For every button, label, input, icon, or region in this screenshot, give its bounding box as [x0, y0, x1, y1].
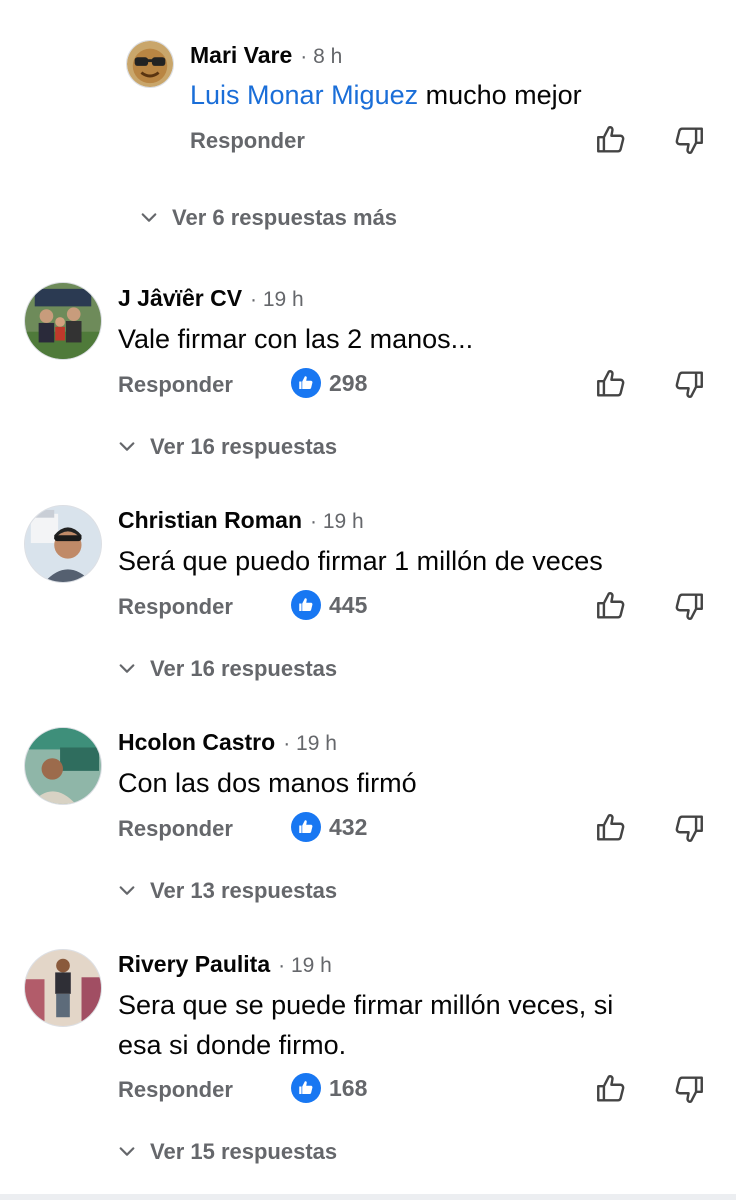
mention-link[interactable]: Luis Monar Miguez: [190, 80, 418, 110]
comment-text: Luis Monar Miguez mucho mejor: [190, 75, 582, 115]
comment-header: J Jâvïêr CV · 19 h: [118, 285, 304, 312]
thumb-down-outline-icon[interactable]: [672, 123, 706, 157]
comment-text-body: mucho mejor: [418, 80, 582, 110]
view-more-replies-button[interactable]: Ver 6 respuestas más: [140, 205, 397, 231]
view-more-label: Ver 6 respuestas más: [172, 205, 398, 230]
avatar[interactable]: [24, 505, 102, 583]
timestamp[interactable]: · 19 h: [310, 510, 364, 534]
thumb-up-outline-icon[interactable]: [594, 811, 628, 845]
like-reaction-icon: [291, 590, 321, 620]
comment-text: Vale firmar con las 2 manos...: [118, 324, 474, 354]
chevron-down-icon: [141, 213, 157, 222]
chevron-down-icon: [119, 442, 135, 451]
thumb-down-outline-icon[interactable]: [672, 367, 706, 401]
reply-button[interactable]: Responder: [190, 128, 305, 154]
chevron-down-icon: [119, 886, 135, 895]
reaction-count[interactable]: 432: [291, 812, 367, 842]
reply-button[interactable]: Responder: [118, 1077, 233, 1103]
avatar-photo: [25, 950, 101, 1026]
bottom-divider: [0, 1194, 736, 1200]
author-name[interactable]: Rivery Paulita: [118, 951, 270, 978]
reply-button[interactable]: Responder: [118, 816, 233, 842]
timestamp[interactable]: · 19 h: [283, 732, 337, 756]
thumb-down-outline-icon[interactable]: [672, 1072, 706, 1106]
like-reaction-icon: [291, 812, 321, 842]
author-name[interactable]: Mari Vare: [190, 42, 292, 69]
view-replies-label: Ver 16 respuestas: [150, 434, 338, 459]
thumb-up-outline-icon[interactable]: [594, 1072, 628, 1106]
author-name[interactable]: J Jâvïêr CV: [118, 285, 242, 312]
view-replies-label: Ver 16 respuestas: [150, 656, 338, 681]
reply-button[interactable]: Responder: [118, 594, 233, 620]
thumb-down-outline-icon[interactable]: [672, 811, 706, 845]
like-count: 445: [329, 591, 368, 618]
like-reaction-icon: [291, 368, 321, 398]
like-reaction-icon: [291, 1073, 321, 1103]
chevron-down-icon: [119, 1147, 135, 1156]
timestamp[interactable]: · 19 h: [278, 954, 332, 978]
author-name[interactable]: Christian Roman: [118, 507, 302, 534]
reaction-count[interactable]: 298: [291, 368, 367, 398]
comment-header: Rivery Paulita · 19 h: [118, 951, 332, 978]
author-name[interactable]: Hcolon Castro: [118, 729, 275, 756]
view-replies-label: Ver 13 respuestas: [150, 878, 338, 903]
avatar[interactable]: [24, 949, 102, 1027]
thumb-up-outline-icon[interactable]: [594, 589, 628, 623]
comment-header: Christian Roman · 19 h: [118, 507, 364, 534]
comment-text: Con las dos manos firmó: [118, 768, 417, 798]
avatar[interactable]: [24, 282, 102, 360]
view-replies-button[interactable]: Ver 16 respuestas: [118, 434, 337, 460]
timestamp[interactable]: · 8 h: [300, 45, 342, 69]
view-replies-button[interactable]: Ver 16 respuestas: [118, 656, 337, 682]
avatar-photo: [25, 728, 101, 804]
avatar[interactable]: [24, 727, 102, 805]
comment-header: Mari Vare · 8 h: [190, 42, 342, 69]
timestamp[interactable]: · 19 h: [250, 288, 304, 312]
comment-header: Hcolon Castro · 19 h: [118, 729, 337, 756]
like-count: 168: [329, 1074, 368, 1101]
like-count: 432: [329, 813, 368, 840]
avatar-emoji-image: [127, 41, 173, 87]
avatar[interactable]: [126, 40, 174, 88]
thumb-up-outline-icon[interactable]: [594, 367, 628, 401]
comment-text-line: esa si donde firmo.: [118, 1030, 347, 1060]
reaction-count[interactable]: 168: [291, 1073, 367, 1103]
reaction-count[interactable]: 445: [291, 590, 367, 620]
view-replies-label: Ver 15 respuestas: [150, 1139, 338, 1164]
view-replies-button[interactable]: Ver 15 respuestas: [118, 1139, 337, 1165]
comment-text: Será que puedo firmar 1 millón de veces: [118, 546, 603, 576]
thumb-up-outline-icon[interactable]: [594, 123, 628, 157]
reply-button[interactable]: Responder: [118, 372, 233, 398]
avatar-photo: [25, 283, 101, 359]
like-count: 298: [329, 369, 368, 396]
view-replies-button[interactable]: Ver 13 respuestas: [118, 878, 337, 904]
avatar-photo: [25, 506, 101, 582]
comment-text-line: Sera que se puede firmar millón veces, s…: [118, 990, 614, 1020]
chevron-down-icon: [119, 664, 135, 673]
thumb-down-outline-icon[interactable]: [672, 589, 706, 623]
